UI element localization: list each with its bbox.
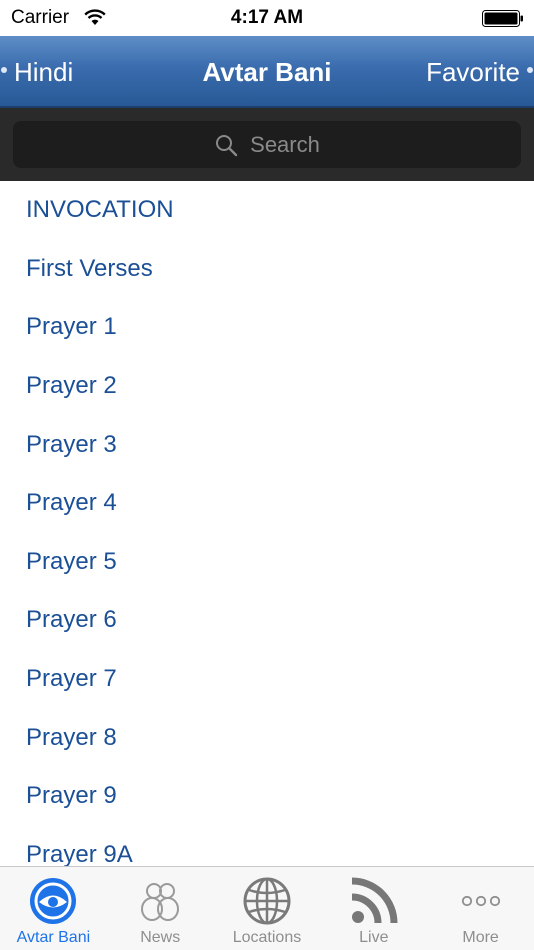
list-item[interactable]: Prayer 9 [0,767,534,826]
list-item[interactable]: Prayer 9A [0,826,534,866]
people-icon [141,883,180,921]
search-input[interactable]: Search [13,121,521,168]
list-item[interactable]: Prayer 6 [0,591,534,650]
clock-label: 4:17 AM [230,7,304,28]
more-icon [461,895,500,907]
tab-avtar-bani[interactable]: Avtar Bani [0,867,107,950]
search-bar: Search [0,108,534,181]
tab-live[interactable]: Live [320,867,427,950]
tab-label: Locations [232,929,302,946]
avtar-bani-icon [30,878,77,924]
tab-label: Avtar Bani [16,929,91,946]
list-item[interactable]: Prayer 1 [0,298,534,357]
rss-icon [351,877,398,924]
tab-bar: Avtar Bani News Locations Live More [0,866,534,950]
search-icon [216,134,238,156]
favorite-button[interactable]: Favorite [426,36,534,108]
list-item[interactable]: INVOCATION [0,181,534,240]
search-placeholder: Search [250,131,320,157]
list-item[interactable]: Prayer 7 [0,650,534,709]
status-bar: Carrier 4:17 AM [0,0,534,36]
list-item[interactable]: Prayer 8 [0,708,534,767]
tab-more[interactable]: More [427,867,534,950]
tab-locations[interactable]: Locations [214,867,321,950]
tab-label: Live [359,929,389,946]
list-item[interactable]: Prayer 2 [0,357,534,416]
tab-news[interactable]: News [107,867,214,950]
tab-label: News [140,929,181,946]
globe-icon [243,877,291,925]
list-item[interactable]: Prayer 3 [0,415,534,474]
list-item[interactable]: Prayer 4 [0,474,534,533]
tab-label: More [462,929,499,946]
navigation-bar: Hindi Avtar Bani Favorite [0,36,534,108]
list-item[interactable]: Prayer 5 [0,533,534,592]
battery-icon [482,10,523,27]
list-item[interactable]: First Verses [0,240,534,299]
edge-indicator-icon [527,67,533,73]
prayer-list: INVOCATION First Verses Prayer 1 Prayer … [0,181,534,866]
